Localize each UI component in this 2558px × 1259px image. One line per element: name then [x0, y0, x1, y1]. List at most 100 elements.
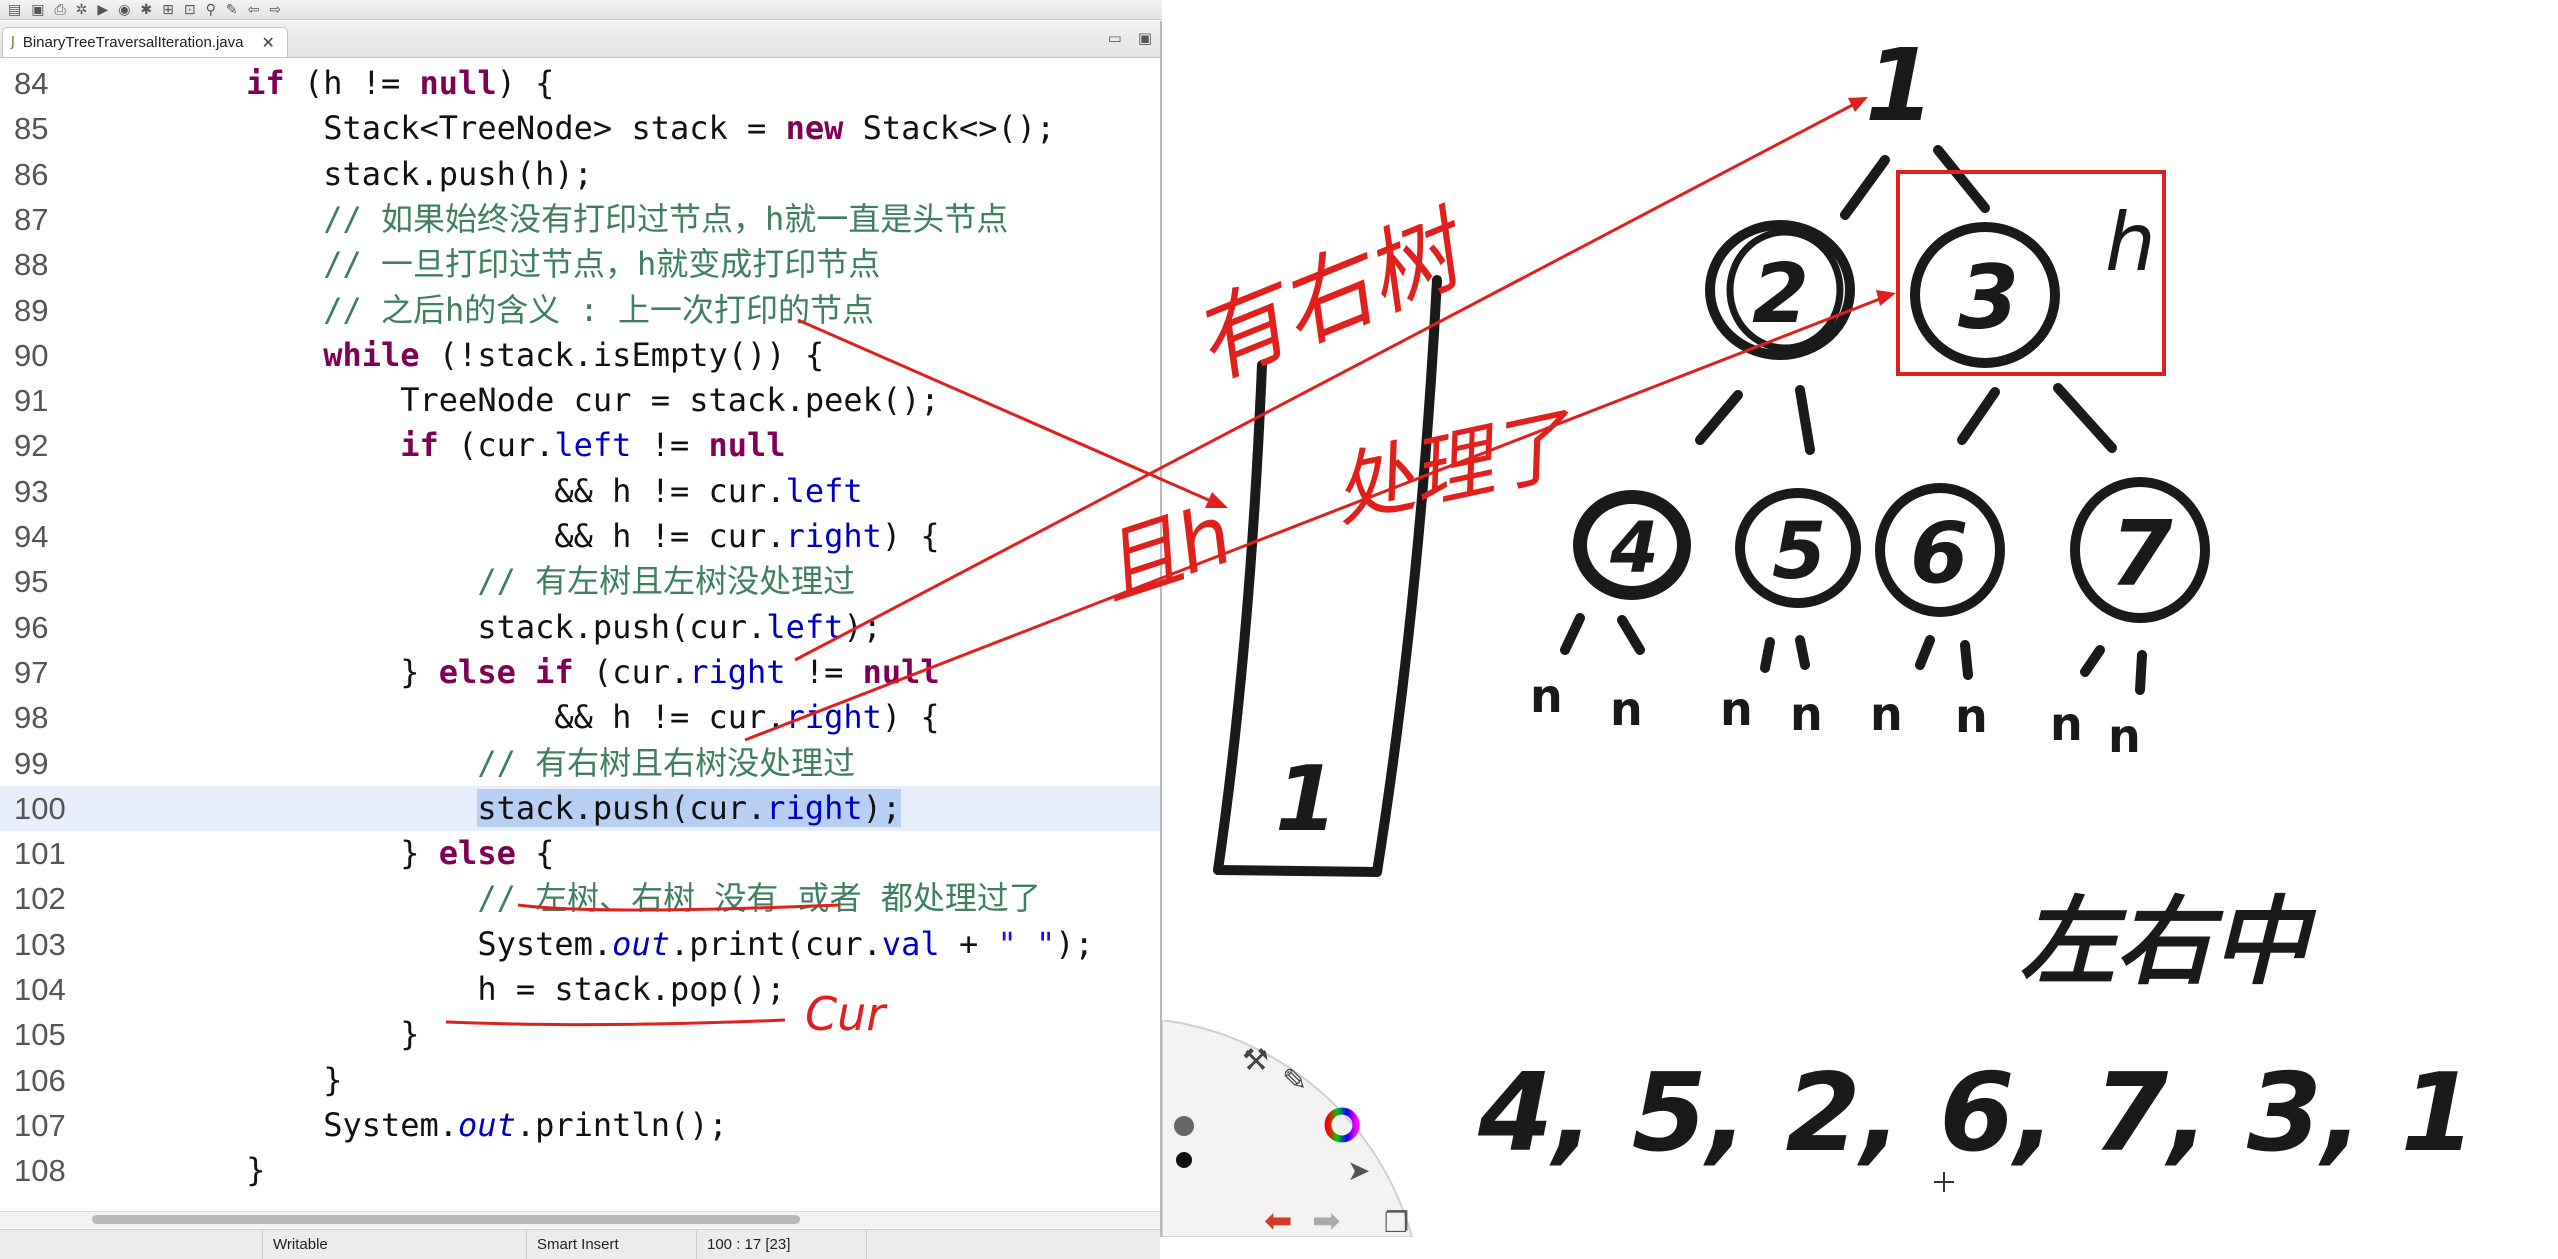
- scrollbar-thumb[interactable]: [92, 1215, 800, 1224]
- code-text[interactable]: TreeNode cur = stack.peek();: [92, 378, 939, 423]
- code-text[interactable]: if (cur.left != null: [92, 423, 785, 468]
- java-file-icon: J: [11, 35, 15, 50]
- code-line[interactable]: 88 // 一旦打印过节点，h就变成打印节点: [0, 242, 1160, 287]
- back-icon[interactable]: ⇦: [248, 1, 260, 19]
- line-number: 94: [14, 519, 49, 554]
- line-number: 106: [14, 1062, 66, 1098]
- maximize-icon[interactable]: ▣: [1138, 29, 1152, 47]
- line-number: 93: [14, 473, 49, 509]
- line-number: 90: [14, 337, 49, 373]
- code-text[interactable]: }: [92, 1058, 342, 1103]
- code-text[interactable]: stack.push(cur.left);: [92, 605, 882, 650]
- line-number: 108: [14, 1153, 66, 1189]
- line-number: 96: [14, 609, 49, 645]
- code-text[interactable]: Stack<TreeNode> stack = new Stack<>();: [92, 106, 1055, 151]
- code-text[interactable]: // 如果始终没有打印过节点，h就一直是头节点: [92, 197, 1008, 242]
- undo-icon[interactable]: ⬅: [1264, 1201, 1293, 1237]
- code-text[interactable]: && h != cur.right) {: [92, 695, 939, 740]
- code-text[interactable]: && h != cur.left: [92, 469, 862, 514]
- annotation-palette[interactable]: ⚒ ✎ ➤ ⬅ ➡ ❐: [1162, 1020, 1462, 1237]
- pen-icon[interactable]: ✎: [226, 1, 238, 19]
- line-number: 99: [14, 745, 49, 781]
- minimize-icon[interactable]: ▭: [1108, 29, 1122, 47]
- code-line[interactable]: 98 && h != cur.right) {: [0, 695, 1160, 740]
- horizontal-scrollbar[interactable]: [0, 1211, 1160, 1228]
- code-text[interactable]: System.out.println();: [92, 1103, 728, 1148]
- line-number: 103: [14, 926, 66, 962]
- code-text[interactable]: }: [92, 1012, 419, 1057]
- status-writable: Writable: [262, 1230, 527, 1259]
- editor-tab-title: BinaryTreeTraversalIteration.java: [22, 34, 244, 51]
- code-line[interactable]: 104 h = stack.pop();: [0, 967, 1160, 1012]
- code-area[interactable]: 84 if (h != null) {85 Stack<TreeNode> st…: [0, 61, 1160, 1209]
- print-icon[interactable]: ⎙: [54, 1, 65, 19]
- search-icon[interactable]: ⚲: [206, 1, 216, 19]
- code-text[interactable]: stack.push(h);: [92, 152, 593, 197]
- code-line[interactable]: 95 // 有左树且左树没处理过: [0, 559, 1160, 604]
- code-text[interactable]: }: [92, 1148, 265, 1193]
- code-line[interactable]: 84 if (h != null) {: [0, 61, 1160, 106]
- line-number: 105: [14, 1017, 66, 1053]
- code-text[interactable]: && h != cur.right) {: [92, 514, 939, 559]
- status-cursor-position: 100 : 17 [23]: [697, 1230, 867, 1259]
- line-number: 102: [14, 881, 66, 917]
- line-number: 84: [14, 66, 49, 101]
- code-line[interactable]: 89 // 之后h的含义 : 上一次打印的节点: [0, 288, 1160, 333]
- coverage-icon[interactable]: ◉: [118, 1, 130, 19]
- new-file-icon[interactable]: ▤: [8, 1, 21, 19]
- package-icon[interactable]: ⊞: [162, 1, 174, 19]
- code-text[interactable]: // 左树、右树 没有 或者 都处理过了: [92, 876, 1041, 921]
- code-line[interactable]: 100 stack.push(cur.right);: [0, 785, 1160, 831]
- code-line[interactable]: 94 && h != cur.right) {: [0, 514, 1160, 559]
- hammer-tool-icon[interactable]: ⚒: [1242, 1043, 1269, 1078]
- code-line[interactable]: 99 // 有右树且右树没处理过: [0, 741, 1160, 786]
- code-line[interactable]: 101 } else {: [0, 831, 1160, 876]
- line-number: 95: [14, 564, 49, 600]
- code-text[interactable]: // 有左树且左树没处理过: [92, 559, 855, 604]
- code-text[interactable]: while (!stack.isEmpty()) {: [92, 333, 824, 378]
- code-text[interactable]: if (h != null) {: [92, 61, 554, 106]
- external-tools-icon[interactable]: ✱: [140, 1, 152, 19]
- code-text[interactable]: } else {: [92, 831, 554, 876]
- code-line[interactable]: 86 stack.push(h);: [0, 152, 1160, 197]
- code-line[interactable]: 105 }: [0, 1012, 1160, 1057]
- code-line[interactable]: 87 // 如果始终没有打印过节点，h就一直是头节点: [0, 197, 1160, 242]
- code-line[interactable]: 85 Stack<TreeNode> stack = new Stack<>()…: [0, 106, 1160, 151]
- code-text[interactable]: } else if (cur.right != null: [92, 650, 939, 695]
- code-text[interactable]: System.out.print(cur.val + " ");: [92, 922, 1094, 967]
- code-line[interactable]: 91 TreeNode cur = stack.peek();: [0, 378, 1160, 423]
- code-line[interactable]: 96 stack.push(cur.left);: [0, 605, 1160, 650]
- line-number: 101: [14, 836, 66, 872]
- text-tool-icon[interactable]: [1174, 1116, 1194, 1136]
- code-text[interactable]: // 一旦打印过节点，h就变成打印节点: [92, 242, 880, 287]
- close-icon[interactable]: ✕: [262, 33, 275, 52]
- code-line[interactable]: 93 && h != cur.left: [0, 469, 1160, 514]
- code-line[interactable]: 108 }: [0, 1148, 1160, 1193]
- brush-tool-icon[interactable]: ✎: [1282, 1063, 1307, 1098]
- code-line[interactable]: 97 } else if (cur.right != null: [0, 650, 1160, 695]
- line-number: 92: [14, 428, 49, 464]
- pen-size-icon[interactable]: [1176, 1152, 1192, 1168]
- code-text[interactable]: // 有右树且右树没处理过: [92, 741, 855, 786]
- code-text[interactable]: // 之后h的含义 : 上一次打印的节点: [92, 288, 874, 333]
- debug-icon[interactable]: ✲: [76, 1, 88, 19]
- editor-tab[interactable]: J BinaryTreeTraversalIteration.java ✕: [2, 27, 288, 57]
- code-line[interactable]: 103 System.out.print(cur.val + " ");: [0, 922, 1160, 967]
- forward-icon[interactable]: ⇨: [269, 1, 281, 19]
- line-number: 87: [14, 201, 49, 237]
- code-text[interactable]: stack.push(cur.right);: [92, 786, 902, 831]
- open-type-icon[interactable]: ⊡: [184, 1, 196, 19]
- code-line[interactable]: 102 // 左树、右树 没有 或者 都处理过了: [0, 876, 1160, 921]
- code-line[interactable]: 106 }: [0, 1058, 1160, 1103]
- run-icon[interactable]: ▶: [97, 1, 108, 19]
- line-number: 107: [14, 1107, 66, 1143]
- save-icon[interactable]: ▣: [31, 1, 44, 19]
- pages-icon[interactable]: ❐: [1384, 1206, 1409, 1237]
- select-tool-icon[interactable]: ➤: [1347, 1154, 1370, 1187]
- code-editor-pane: J BinaryTreeTraversalIteration.java ✕ ▭ …: [0, 21, 1162, 1259]
- code-line[interactable]: 90 while (!stack.isEmpty()) {: [0, 333, 1160, 378]
- code-line[interactable]: 92 if (cur.left != null: [0, 423, 1160, 468]
- code-text[interactable]: h = stack.pop();: [92, 967, 785, 1012]
- redo-icon[interactable]: ➡: [1312, 1201, 1341, 1237]
- code-line[interactable]: 107 System.out.println();: [0, 1103, 1160, 1148]
